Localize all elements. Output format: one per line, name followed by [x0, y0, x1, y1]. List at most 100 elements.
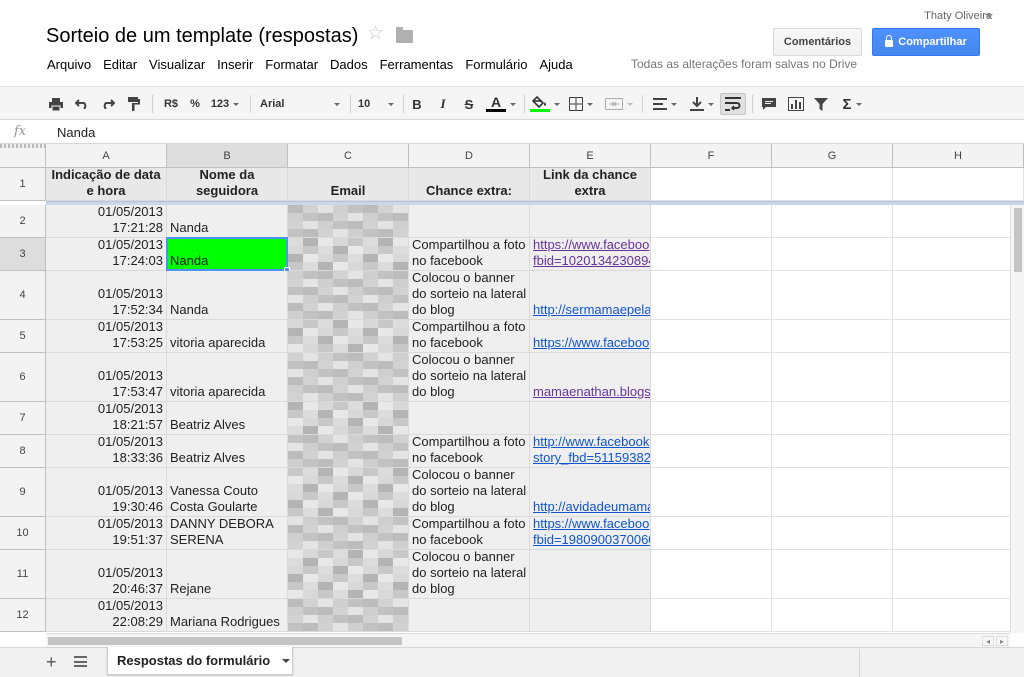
cell[interactable] [772, 320, 893, 353]
timestamp-cell[interactable]: 01/05/2013 17:53:47 [46, 353, 167, 402]
chance-cell[interactable]: Compartilhou a foto no facebook [409, 517, 530, 550]
row-header[interactable]: 1 [0, 168, 46, 201]
percent-format-button[interactable]: % [186, 93, 204, 115]
email-cell-redacted[interactable] [288, 205, 409, 238]
chance-cell[interactable]: Compartilhou a foto no facebook [409, 435, 530, 468]
cell[interactable] [893, 238, 1024, 271]
timestamp-cell[interactable]: 01/05/2013 17:24:03 [46, 238, 167, 271]
menu-insert[interactable]: Inserir [211, 57, 259, 73]
link-cell[interactable]: http://www.facebook story_fbd=51159382 [530, 435, 651, 468]
column-header-e[interactable]: E [530, 144, 651, 168]
cell[interactable] [651, 271, 772, 320]
cell[interactable] [651, 320, 772, 353]
email-cell-redacted[interactable] [288, 353, 409, 402]
italic-button[interactable]: I [434, 93, 452, 115]
chevron-down-icon[interactable] [282, 658, 291, 663]
menu-tools[interactable]: Ferramentas [374, 57, 460, 73]
link-cell[interactable]: http://avidadeumama [530, 468, 651, 517]
scroll-right-icon[interactable]: ▸ [996, 636, 1008, 646]
document-title[interactable]: Sorteio de um template (respostas) [46, 25, 358, 48]
cell[interactable] [651, 517, 772, 550]
vertical-align-button[interactable] [686, 93, 718, 115]
row-header[interactable]: 9 [0, 468, 46, 517]
menu-edit[interactable]: Editar [97, 57, 143, 73]
cell[interactable] [772, 238, 893, 271]
cell[interactable] [772, 271, 893, 320]
borders-button[interactable] [566, 93, 596, 115]
horizontal-scrollbar[interactable]: ◂ ▸ [46, 633, 1010, 647]
name-cell[interactable]: Nanda [167, 205, 288, 238]
scroll-left-icon[interactable]: ◂ [982, 636, 994, 646]
chance-cell[interactable] [409, 599, 530, 632]
link-cell[interactable] [530, 599, 651, 632]
undo-icon[interactable] [73, 93, 91, 115]
cell[interactable] [651, 599, 772, 632]
cell[interactable] [893, 550, 1024, 599]
chance-cell[interactable]: Compartilhou a foto no facebook [409, 320, 530, 353]
row-header[interactable]: 5 [0, 320, 46, 353]
email-cell-redacted[interactable] [288, 517, 409, 550]
timestamp-cell[interactable]: 01/05/2013 22:08:29 [46, 599, 167, 632]
row-header[interactable]: 8 [0, 435, 46, 468]
email-cell-redacted[interactable] [288, 435, 409, 468]
column-header-f[interactable]: F [651, 144, 772, 168]
folder-icon[interactable] [396, 27, 413, 43]
column-header-b[interactable]: B [167, 144, 288, 168]
cell[interactable] [651, 205, 772, 238]
header-cell[interactable]: Nome da seguidora [167, 168, 288, 201]
paint-format-icon[interactable] [125, 93, 143, 115]
print-icon[interactable] [47, 93, 65, 115]
comments-button[interactable]: Comentários [773, 28, 862, 56]
name-cell[interactable]: Mariana Rodrigues [167, 599, 288, 632]
email-cell-redacted[interactable] [288, 271, 409, 320]
header-cell[interactable]: Email [288, 168, 409, 201]
email-cell-redacted[interactable] [288, 468, 409, 517]
email-cell-redacted[interactable] [288, 238, 409, 271]
cell[interactable] [893, 517, 1024, 550]
timestamp-cell[interactable]: 01/05/2013 17:53:25 [46, 320, 167, 353]
cell[interactable] [893, 205, 1024, 238]
add-sheet-icon[interactable]: + [46, 653, 57, 671]
cell[interactable] [893, 168, 1024, 201]
sheet-tab-responses[interactable]: Respostas do formulário [107, 647, 293, 675]
insert-chart-icon[interactable] [786, 93, 806, 115]
row-header[interactable]: 10 [0, 517, 46, 550]
text-color-button[interactable]: A [483, 93, 519, 115]
cell[interactable] [651, 353, 772, 402]
email-cell-redacted[interactable] [288, 320, 409, 353]
cell[interactable] [772, 517, 893, 550]
column-header-d[interactable]: D [409, 144, 530, 168]
link-cell[interactable] [530, 402, 651, 435]
timestamp-cell[interactable]: 01/05/2013 19:51:37 [46, 517, 167, 550]
text-wrap-button[interactable] [720, 93, 746, 115]
row-header[interactable]: 2 [0, 205, 46, 238]
link-cell[interactable]: mamaenathan.blogs [530, 353, 651, 402]
timestamp-cell[interactable]: 01/05/2013 17:21:28 [46, 205, 167, 238]
cell[interactable] [893, 599, 1024, 632]
star-icon[interactable]: ☆ [367, 24, 384, 43]
chevron-down-icon[interactable] [985, 14, 993, 18]
row-header[interactable]: 3 [0, 238, 46, 271]
link-cell[interactable]: http://sermamaepela [530, 271, 651, 320]
row-header[interactable]: 6 [0, 353, 46, 402]
cell[interactable] [772, 435, 893, 468]
chance-cell[interactable] [409, 205, 530, 238]
timestamp-cell[interactable]: 01/05/2013 19:30:46 [46, 468, 167, 517]
font-size-dropdown[interactable]: 10 [354, 93, 398, 115]
cell[interactable] [772, 402, 893, 435]
link-cell[interactable] [530, 550, 651, 599]
horizontal-scroll-thumb[interactable] [48, 637, 402, 645]
horizontal-align-button[interactable] [648, 93, 682, 115]
insert-comment-icon[interactable] [760, 93, 778, 115]
column-header-c[interactable]: C [288, 144, 409, 168]
email-cell-redacted[interactable] [288, 550, 409, 599]
redo-icon[interactable] [99, 93, 117, 115]
link-cell[interactable]: https://www.faceboo fbid=1980900370060 [530, 517, 651, 550]
merge-cells-button[interactable] [602, 93, 636, 115]
name-cell[interactable]: vitoria aparecida [167, 320, 288, 353]
chance-cell[interactable] [409, 402, 530, 435]
menu-form[interactable]: Formulário [459, 57, 533, 73]
chance-cell[interactable]: Colocou o banner do sorteio na lateral do … [409, 550, 530, 599]
cell[interactable] [651, 168, 772, 201]
cell[interactable] [893, 468, 1024, 517]
